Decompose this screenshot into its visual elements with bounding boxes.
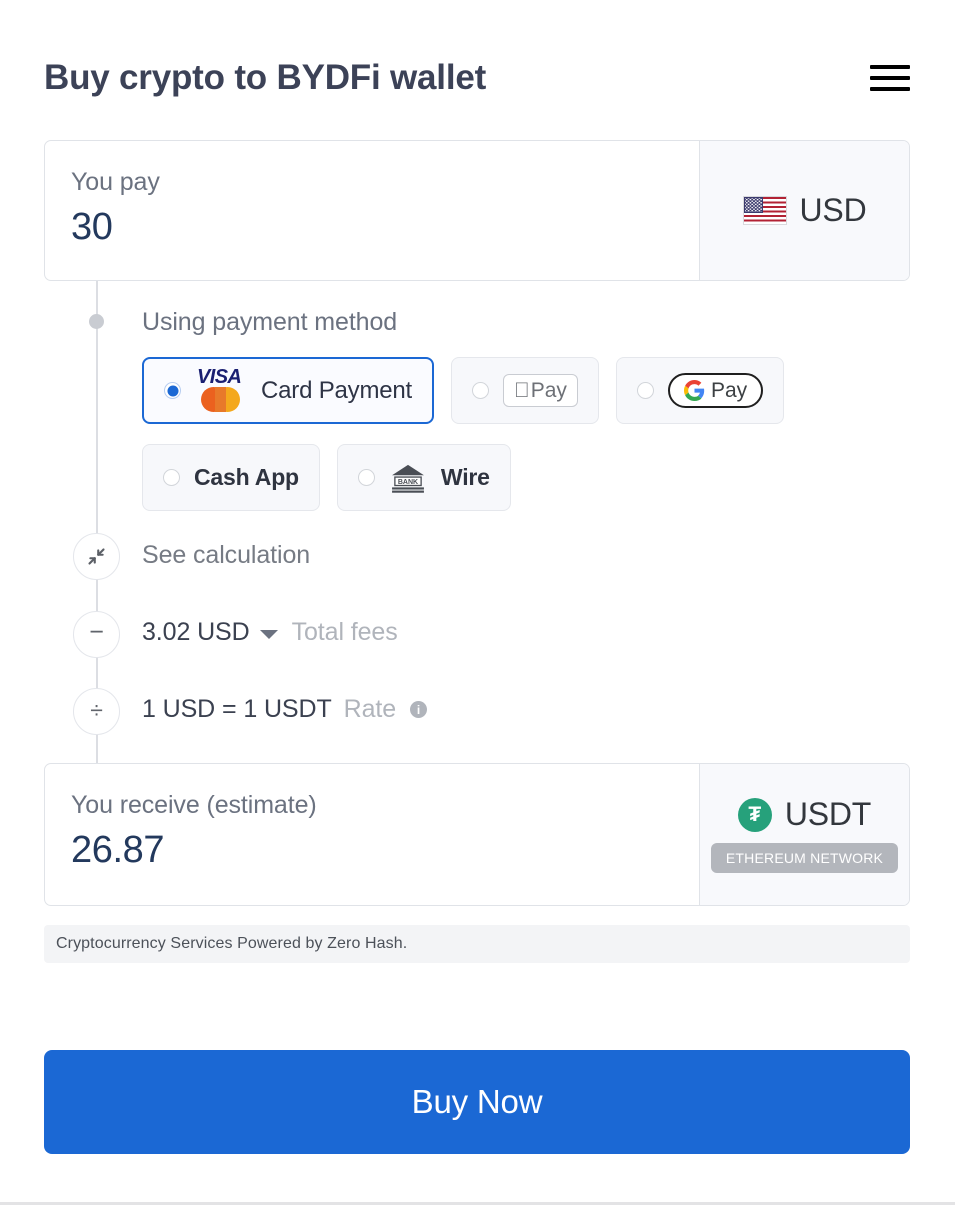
you-pay-card: You pay 30 USD [44, 140, 910, 281]
buy-crypto-widget: Buy crypto to BYDFi wallet You pay 30 US… [0, 0, 955, 1205]
provider-note: Cryptocurrency Services Powered by Zero … [44, 925, 910, 963]
you-pay-label: You pay [71, 168, 160, 196]
hamburger-menu-icon[interactable] [870, 62, 910, 94]
payment-option-card-label: Card Payment [261, 376, 412, 404]
payment-method-heading: Using payment method [142, 308, 398, 336]
header: Buy crypto to BYDFi wallet [44, 46, 910, 110]
see-calculation-row[interactable]: See calculation [142, 541, 310, 570]
card-network-logos: VISA [195, 367, 247, 415]
you-pay-input-area[interactable]: You pay 30 [45, 141, 699, 280]
receive-currency-code: USDT [784, 796, 872, 832]
pay-currency-code: USD [799, 192, 867, 228]
receive-currency-row: ₮ USDT [737, 796, 872, 833]
google-g-icon [683, 380, 705, 401]
you-receive-area: You receive (estimate) 26.87 [45, 764, 699, 905]
rate-value: 1 USD = 1 USDT [142, 695, 332, 723]
mastercard-logo [201, 386, 241, 412]
usdt-token-icon: ₮ [737, 797, 772, 832]
network-badge: ETHEREUM NETWORK [710, 843, 899, 873]
timeline-start-dot [89, 314, 104, 329]
bank-icon: BANK [391, 464, 424, 493]
payment-method-row-1: VISA Card Payment  Pay [142, 357, 785, 424]
payment-option-wire-label: Wire [440, 464, 490, 490]
caret-down-icon[interactable] [259, 629, 278, 639]
rate-row: 1 USD = 1 USDT Rate i [142, 695, 428, 724]
radio-apple-pay[interactable] [472, 382, 489, 399]
radio-google-pay[interactable] [636, 382, 654, 399]
info-icon[interactable]: i [410, 701, 428, 718]
visa-logo: VISA [197, 365, 242, 388]
payment-option-cash-app[interactable]: Cash App [142, 444, 320, 511]
pay-currency-selector[interactable]: USD [699, 141, 909, 280]
hamburger-bar [870, 87, 910, 91]
google-pay-label: Pay [695, 379, 747, 402]
rate-label: Rate [343, 695, 397, 723]
divide-icon: ÷ [73, 688, 120, 735]
hamburger-bar [870, 65, 910, 69]
payment-option-card[interactable]: VISA Card Payment [142, 357, 434, 424]
receive-currency-selector[interactable]: ₮ USDT ETHEREUM NETWORK [699, 764, 909, 905]
you-receive-label: You receive (estimate) [71, 791, 317, 819]
radio-card[interactable] [164, 382, 181, 399]
apple-pay-logo:  Pay [503, 374, 578, 407]
minus-icon: − [73, 611, 120, 658]
payment-option-wire[interactable]: BANK Wire [336, 444, 511, 511]
total-fees-row[interactable]: 3.02 USD Total fees [142, 618, 398, 647]
collapse-arrows-icon[interactable] [73, 533, 120, 580]
buy-now-button[interactable]: Buy Now [44, 1050, 910, 1154]
page-title: Buy crypto to BYDFi wallet [44, 58, 487, 97]
you-receive-card: You receive (estimate) 26.87 ₮ USDT ETHE… [44, 763, 910, 906]
radio-wire[interactable] [357, 469, 375, 486]
radio-cash-app[interactable] [163, 469, 180, 486]
payment-method-row-2: Cash App BANK Wire [142, 444, 511, 511]
svg-text:BANK: BANK [398, 479, 418, 486]
payment-option-apple-pay[interactable]:  Pay [451, 357, 599, 424]
see-calculation-label[interactable]: See calculation [142, 541, 310, 570]
total-fees-amount: 3.02 USD [142, 618, 250, 646]
payment-option-google-pay[interactable]: Pay [615, 357, 785, 424]
total-fees-label: Total fees [291, 618, 398, 646]
hamburger-bar [870, 76, 910, 80]
us-flag-icon [742, 196, 787, 225]
google-pay-logo: Pay [667, 373, 764, 408]
payment-option-cash-app-label: Cash App [194, 464, 299, 490]
apple-pay-label: Pay [515, 379, 567, 402]
provider-note-text: Cryptocurrency Services Powered by Zero … [56, 935, 408, 952]
you-receive-amount: 26.87 [71, 829, 165, 871]
pay-currency-row: USD [742, 192, 867, 229]
you-pay-amount[interactable]: 30 [71, 206, 699, 249]
